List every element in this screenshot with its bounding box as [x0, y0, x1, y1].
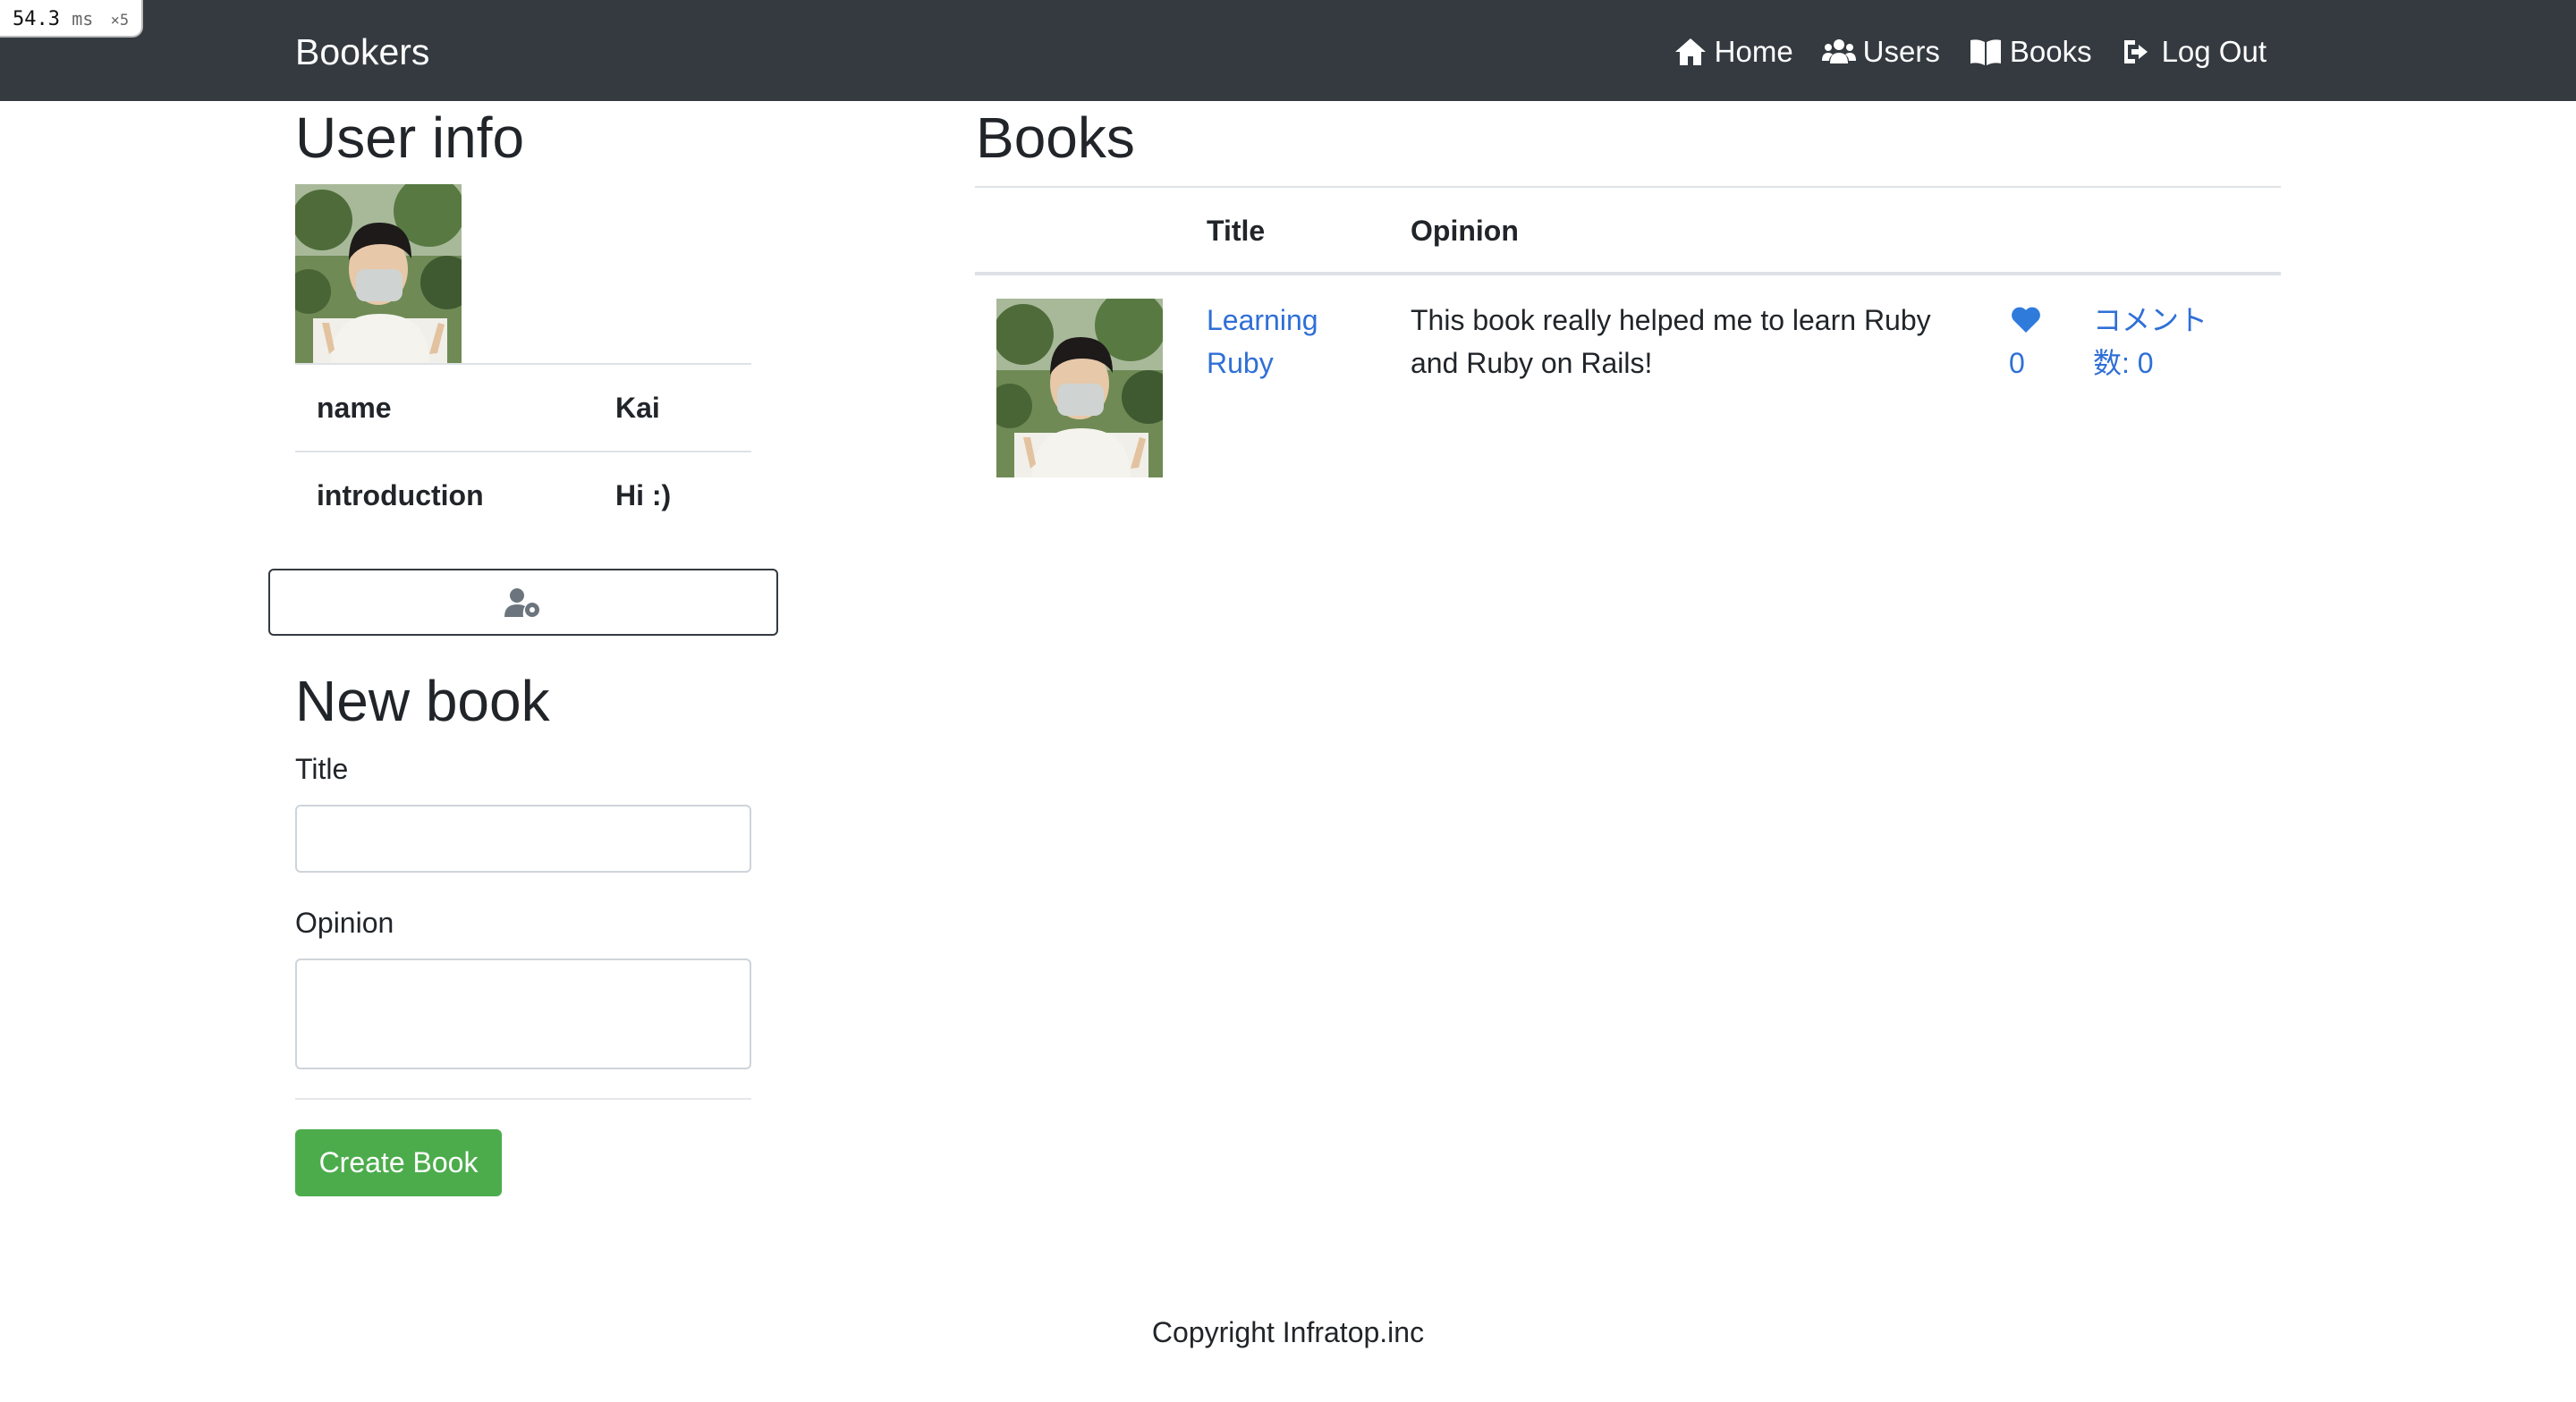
nav-home[interactable]: Home [1674, 27, 1793, 77]
title-input[interactable] [295, 805, 751, 873]
header-opinion: Opinion [1411, 215, 1519, 247]
footer-copyright: Copyright Infratop.inc [1151, 1316, 1425, 1348]
favorite-count: 0 [2009, 347, 2025, 379]
favorite-button[interactable]: 0 [2009, 299, 2054, 384]
nav-books[interactable]: Books [1969, 27, 2092, 77]
navbar: Bookers Home Users Books Log Out [0, 0, 2576, 101]
perf-value: 54.3 [13, 8, 60, 30]
perf-multiplier: ×5 [110, 12, 130, 30]
new-book-heading: New book [295, 669, 550, 733]
user-info-heading: User info [295, 106, 525, 170]
profile-image [295, 184, 462, 363]
nav-books-label: Books [2009, 35, 2092, 68]
perf-unit: ms [72, 8, 94, 30]
perf-badge: 54.3 ms ×5 [0, 0, 144, 38]
table-row: introduction Hi :) [295, 451, 751, 539]
comment-count-link[interactable]: コメント数: 0 [2093, 299, 2218, 384]
info-value-introduction: Hi :) [615, 451, 751, 539]
table-row: Learning Ruby This book really helped me… [975, 275, 2281, 499]
opinion-label: Opinion [295, 907, 394, 939]
brand-link[interactable]: Bookers [295, 27, 429, 77]
user-info-table: name Kai introduction Hi :) [295, 363, 751, 539]
book-user-image[interactable] [996, 299, 1163, 477]
nav-users[interactable]: Users [1821, 27, 1940, 77]
books-table-header: Title Opinion [975, 186, 2281, 275]
info-key-name: name [295, 363, 615, 452]
header-title: Title [1207, 215, 1266, 247]
book-open-icon [1970, 39, 2001, 65]
edit-profile-button[interactable] [268, 569, 778, 636]
nav-menu: Home Users Books Log Out [1674, 27, 2267, 77]
user-cog-icon [504, 587, 539, 617]
sign-out-icon [2123, 40, 2148, 63]
title-label: Title [295, 753, 349, 785]
create-book-button[interactable]: Create Book [295, 1129, 502, 1196]
home-icon [1674, 38, 1706, 65]
nav-logout-label: Log Out [2161, 35, 2267, 68]
heart-icon [2012, 307, 2040, 333]
info-value-name: Kai [615, 363, 751, 452]
book-opinion: This book really helped me to learn Ruby… [1411, 304, 1931, 379]
nav-home-label: Home [1714, 35, 1793, 68]
avatar [295, 184, 462, 363]
book-title-link[interactable]: Learning Ruby [1207, 299, 1350, 384]
table-row: name Kai [295, 363, 751, 452]
books-heading: Books [976, 106, 1135, 170]
info-key-introduction: introduction [295, 451, 615, 539]
nav-logout[interactable]: Log Out [2121, 27, 2267, 77]
users-icon [1821, 39, 1856, 63]
form-divider [295, 1098, 751, 1100]
opinion-textarea[interactable] [295, 959, 751, 1069]
books-table: Title Opinion Learning Ruby This book re… [975, 186, 2281, 499]
nav-users-label: Users [1862, 35, 1940, 68]
